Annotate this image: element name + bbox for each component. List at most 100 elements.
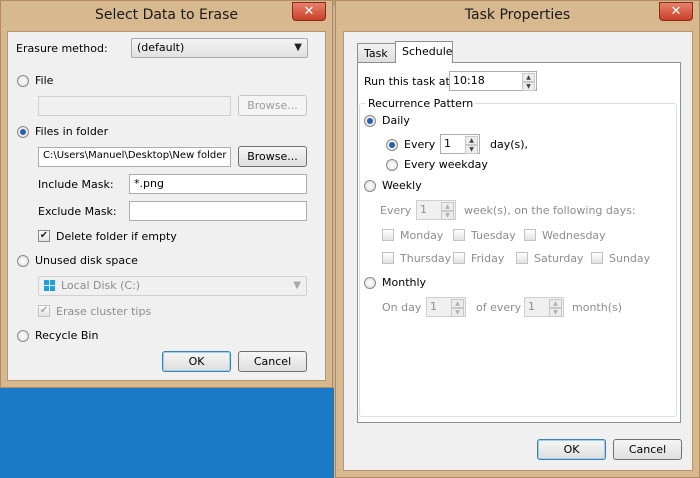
- monday-label: Monday: [400, 229, 444, 242]
- spin-up-icon[interactable]: ▲: [451, 299, 464, 308]
- chevron-down-icon: ▼: [293, 280, 301, 291]
- unused-disk-space-label: Unused disk space: [35, 254, 138, 267]
- include-mask-input[interactable]: *.png: [129, 174, 307, 194]
- folder-browse-button[interactable]: Browse...: [238, 146, 307, 167]
- on-day-label: On day: [382, 301, 422, 314]
- tab-task[interactable]: Task: [357, 43, 396, 63]
- dialog-client: Erasure method: (default) ▼ File Browse.…: [7, 31, 326, 381]
- friday-label: Friday: [471, 252, 505, 265]
- run-at-label: Run this task at:: [364, 75, 454, 88]
- monthly-radio[interactable]: [364, 277, 376, 289]
- erase-cluster-tips-label: Erase cluster tips: [56, 305, 152, 318]
- thursday-checkbox[interactable]: [382, 252, 394, 264]
- spinner-buttons[interactable]: ▲ ▼: [549, 299, 562, 317]
- spinner-buttons[interactable]: ▲ ▼: [441, 202, 454, 220]
- file-browse-button[interactable]: Browse...: [238, 95, 307, 116]
- ok-button[interactable]: OK: [537, 439, 606, 460]
- title-bar[interactable]: Task Properties ✕: [336, 1, 699, 31]
- monthly-label: Monthly: [382, 276, 427, 289]
- exclude-mask-input[interactable]: [129, 201, 307, 221]
- tab-schedule[interactable]: Schedule: [395, 41, 453, 63]
- sunday-label: Sunday: [609, 252, 651, 265]
- drive-icon: [44, 280, 56, 292]
- tuesday-checkbox[interactable]: [453, 229, 465, 241]
- daily-every-spinner[interactable]: 1 ▲ ▼: [440, 134, 480, 154]
- erasure-method-value: (default): [137, 41, 185, 54]
- recycle-bin-label: Recycle Bin: [35, 329, 99, 342]
- spinner-buttons[interactable]: ▲ ▼: [522, 73, 535, 91]
- file-radio[interactable]: [17, 75, 29, 87]
- task-properties-dialog: Task Properties ✕ Task Schedule Run this…: [335, 0, 700, 478]
- daily-every-radio[interactable]: [386, 139, 398, 151]
- of-every-label: of every: [476, 301, 522, 314]
- include-mask-label: Include Mask:: [38, 178, 114, 191]
- on-day-spinner[interactable]: 1 ▲ ▼: [426, 297, 466, 317]
- files-in-folder-radio[interactable]: [17, 126, 29, 138]
- close-button[interactable]: ✕: [292, 2, 326, 21]
- of-every-spinner[interactable]: 1 ▲ ▼: [524, 297, 564, 317]
- daily-radio[interactable]: [364, 115, 376, 127]
- spinner-buttons[interactable]: ▲ ▼: [451, 299, 464, 317]
- select-data-dialog: Select Data to Erase ✕ Erasure method: (…: [0, 0, 333, 388]
- delete-folder-checkbox[interactable]: ✔: [38, 230, 50, 242]
- weekly-label: Weekly: [382, 179, 422, 192]
- saturday-label: Saturday: [534, 252, 584, 265]
- folder-path-input[interactable]: C:\Users\Manuel\Desktop\New folder: [38, 147, 231, 167]
- friday-checkbox[interactable]: [453, 252, 465, 264]
- monday-checkbox[interactable]: [382, 229, 394, 241]
- run-at-value: 10:18: [453, 74, 485, 87]
- file-path-input[interactable]: [38, 96, 231, 116]
- chevron-down-icon: ▼: [294, 42, 302, 53]
- cancel-button[interactable]: Cancel: [238, 351, 307, 372]
- spin-up-icon[interactable]: ▲: [549, 299, 562, 308]
- weekly-every-spinner[interactable]: 1 ▲ ▼: [416, 200, 456, 220]
- close-button[interactable]: ✕: [659, 2, 693, 21]
- spin-down-icon[interactable]: ▼: [522, 82, 535, 91]
- run-at-time-input[interactable]: 10:18 ▲ ▼: [449, 71, 537, 91]
- spin-down-icon[interactable]: ▼: [465, 145, 478, 154]
- spin-up-icon[interactable]: ▲: [465, 136, 478, 145]
- desktop-blue-area: [0, 388, 334, 478]
- unused-disk-space-radio[interactable]: [17, 255, 29, 267]
- saturday-checkbox[interactable]: [516, 252, 528, 264]
- tuesday-label: Tuesday: [471, 229, 516, 242]
- schedule-tab-page: Run this task at: 10:18 ▲ ▼ Recurrence Pa…: [357, 62, 681, 423]
- delete-folder-label: Delete folder if empty: [56, 230, 177, 243]
- weekly-radio[interactable]: [364, 180, 376, 192]
- dialog-client: Task Schedule Run this task at: 10:18 ▲ ▼…: [343, 31, 693, 471]
- spinner-buttons[interactable]: ▲ ▼: [465, 136, 478, 154]
- drive-select[interactable]: Local Disk (C:) ▼: [38, 276, 307, 296]
- every-label: Every: [404, 138, 436, 151]
- erasure-method-select[interactable]: (default) ▼: [131, 38, 308, 58]
- drive-value: Local Disk (C:): [61, 279, 141, 292]
- erasure-method-label: Erasure method:: [16, 42, 108, 55]
- every-weekday-radio[interactable]: [386, 159, 398, 171]
- daily-every-value: 1: [444, 137, 451, 150]
- spin-down-icon[interactable]: ▼: [441, 211, 454, 220]
- wednesday-label: Wednesday: [542, 229, 606, 242]
- daily-label: Daily: [382, 114, 410, 127]
- days-label: day(s),: [490, 138, 529, 151]
- recurrence-pattern-title: Recurrence Pattern: [366, 97, 476, 110]
- wednesday-checkbox[interactable]: [524, 229, 536, 241]
- every-weekday-label: Every weekday: [404, 158, 488, 171]
- spin-down-icon[interactable]: ▼: [451, 308, 464, 317]
- weekly-every-value: 1: [420, 203, 427, 216]
- files-in-folder-label: Files in folder: [35, 125, 109, 138]
- weekly-every-label: Every: [380, 204, 412, 217]
- exclude-mask-label: Exclude Mask:: [38, 205, 117, 218]
- ok-button[interactable]: OK: [162, 351, 231, 372]
- title-bar[interactable]: Select Data to Erase ✕: [1, 1, 332, 31]
- sunday-checkbox[interactable]: [591, 252, 603, 264]
- spin-up-icon[interactable]: ▲: [441, 202, 454, 211]
- weeks-label: week(s), on the following days:: [464, 204, 636, 217]
- dialog-title: Select Data to Erase: [94, 7, 239, 23]
- spin-up-icon[interactable]: ▲: [522, 73, 535, 82]
- thursday-label: Thursday: [400, 252, 452, 265]
- months-label: month(s): [572, 301, 623, 314]
- recycle-bin-radio[interactable]: [17, 330, 29, 342]
- erase-cluster-tips-checkbox[interactable]: ✔: [38, 305, 50, 317]
- of-every-value: 1: [528, 300, 535, 313]
- cancel-button[interactable]: Cancel: [613, 439, 682, 460]
- spin-down-icon[interactable]: ▼: [549, 308, 562, 317]
